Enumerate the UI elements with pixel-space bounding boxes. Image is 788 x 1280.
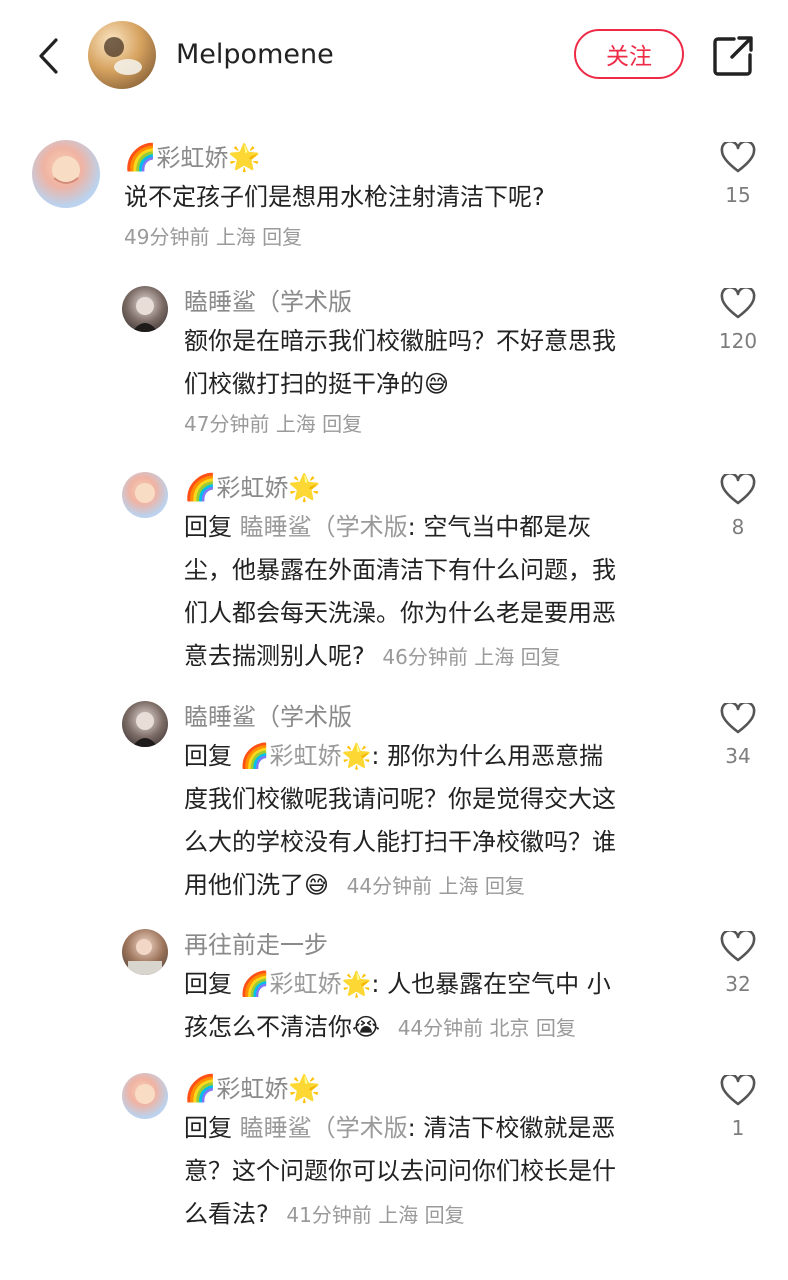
- heart-outline-icon[interactable]: [720, 288, 756, 320]
- mention[interactable]: 瞌睡鲨（学术版: [240, 1114, 408, 1142]
- comment-author[interactable]: 再往前走一步: [184, 927, 684, 963]
- heart-outline-icon[interactable]: [720, 142, 756, 174]
- mention[interactable]: 🌈彩虹娇🌟: [240, 742, 372, 770]
- comment-text-line[interactable]: 回复 瞌睡鲨（学术版: 空气当中都是灰: [184, 506, 684, 549]
- avatar[interactable]: [122, 701, 168, 747]
- comment-text-line[interactable]: 用他们洗了😅 44分钟前 上海 回复: [184, 864, 684, 908]
- comment-text-line[interactable]: 额你是在暗示我们校徽脏吗？不好意思我: [184, 320, 684, 363]
- sweat-smile-emoji: 😅: [304, 871, 330, 899]
- comment-text-line[interactable]: 么看法? 41分钟前 上海 回复: [184, 1193, 684, 1237]
- heart-outline-icon[interactable]: [720, 474, 756, 506]
- mention[interactable]: 🌈彩虹娇🌟: [240, 970, 372, 998]
- reply-link[interactable]: 回复: [485, 874, 525, 898]
- like-count: 34: [725, 744, 751, 768]
- comment-author[interactable]: 🌈 彩虹娇 🌟: [124, 140, 684, 176]
- heart-outline-icon[interactable]: [720, 931, 756, 963]
- reply-link[interactable]: 回复: [425, 1203, 465, 1227]
- comment-author[interactable]: 瞌睡鲨（学术版: [184, 284, 684, 320]
- crying-emoji: 😭: [352, 1013, 381, 1041]
- comment-text-line[interactable]: 度我们校徽呢我请问呢？你是觉得交大这: [184, 778, 684, 821]
- like-control[interactable]: 120: [716, 288, 760, 356]
- comment-text-line[interactable]: 孩怎么不清洁你😭 44分钟前 北京 回复: [184, 1006, 684, 1050]
- reply-item: 瞌睡鲨（学术版 额你是在暗示我们校徽脏吗？不好意思我 们校徽打扫的挺干净的😅 4…: [0, 284, 788, 454]
- avatar[interactable]: [32, 140, 100, 208]
- avatar[interactable]: [122, 286, 168, 332]
- comment-text-line[interactable]: 回复 🌈彩虹娇🌟: 人也暴露在空气中 小: [184, 963, 684, 1006]
- like-count: 8: [731, 515, 745, 539]
- avatar[interactable]: [122, 472, 168, 518]
- chevron-left-icon: [39, 38, 58, 74]
- comment-text-line[interactable]: 意？这个问题你可以去问问你们校长是什: [184, 1150, 684, 1193]
- reply-item: 瞌睡鲨（学术版 回复 🌈彩虹娇🌟: 那你为什么用恶意揣 度我们校徽呢我请问呢？你…: [0, 699, 788, 909]
- follow-button[interactable]: 关注: [574, 29, 684, 79]
- avatar[interactable]: [122, 1073, 168, 1119]
- comment-item: 🌈 彩虹娇 🌟 说不定孩子们是想用水枪注射清洁下呢? 49分钟前 上海 回复 1…: [0, 140, 788, 270]
- comment-author[interactable]: 瞌睡鲨（学术版: [184, 699, 684, 735]
- share-external-icon: [713, 36, 753, 76]
- like-control[interactable]: 1: [716, 1075, 760, 1143]
- like-control[interactable]: 8: [716, 474, 760, 542]
- back-button[interactable]: [28, 32, 68, 80]
- comment-meta: 47分钟前 上海 回复: [184, 412, 363, 436]
- comment-text-line[interactable]: 么大的学校没有人能打扫干净校徽吗？谁: [184, 821, 684, 864]
- like-count: 32: [725, 972, 751, 996]
- comment-text-line[interactable]: 回复 瞌睡鲨（学术版: 清洁下校徽就是恶: [184, 1107, 684, 1150]
- reply-item: 🌈 彩虹娇 🌟 回复 瞌睡鲨（学术版: 空气当中都是灰 尘，他暴露在外面清洁下有…: [0, 470, 788, 680]
- comment-author[interactable]: 🌈 彩虹娇 🌟: [184, 1071, 684, 1107]
- reply-link[interactable]: 回复: [521, 645, 561, 669]
- like-control[interactable]: 34: [716, 703, 760, 771]
- comment-text-line[interactable]: 们人都会每天洗澡。你为什么老是要用恶: [184, 592, 684, 635]
- share-button[interactable]: [710, 33, 756, 79]
- comment-text-line[interactable]: 意去揣测别人呢? 46分钟前 上海 回复: [184, 635, 684, 679]
- like-count: 120: [718, 329, 758, 353]
- comment-text-line[interactable]: 尘，他暴露在外面清洁下有什么问题，我: [184, 549, 684, 592]
- mention[interactable]: 瞌睡鲨（学术版: [240, 513, 408, 541]
- comment-meta: 44分钟前 北京 回复: [397, 1016, 576, 1040]
- profile-avatar[interactable]: [88, 21, 156, 89]
- heart-outline-icon[interactable]: [720, 1075, 756, 1107]
- comment-meta: 46分钟前 上海 回复: [382, 645, 561, 669]
- top-bar: Melpomene 关注: [0, 0, 788, 112]
- sweat-smile-emoji: 😅: [424, 370, 450, 398]
- reply-item: 再往前走一步 回复 🌈彩虹娇🌟: 人也暴露在空气中 小 孩怎么不清洁你😭 44分…: [0, 927, 788, 1057]
- reply-link[interactable]: 回复: [536, 1016, 576, 1040]
- avatar[interactable]: [122, 929, 168, 975]
- comment-meta: 44分钟前 上海 回复: [346, 874, 525, 898]
- comment-meta: 41分钟前 上海 回复: [286, 1203, 465, 1227]
- reply-item: 🌈 彩虹娇 🌟 回复 瞌睡鲨（学术版: 清洁下校徽就是恶 意？这个问题你可以去问…: [0, 1071, 788, 1251]
- like-count: 1: [731, 1116, 745, 1140]
- comment-text-line[interactable]: 回复 🌈彩虹娇🌟: 那你为什么用恶意揣: [184, 735, 684, 778]
- heart-outline-icon[interactable]: [720, 703, 756, 735]
- comment-meta: 49分钟前 上海 回复: [124, 225, 303, 249]
- comment-author[interactable]: 🌈 彩虹娇 🌟: [184, 470, 684, 506]
- reply-link[interactable]: 回复: [322, 412, 362, 436]
- comment-text-line[interactable]: 们校徽打扫的挺干净的😅: [184, 363, 684, 406]
- reply-link[interactable]: 回复: [262, 225, 302, 249]
- like-control[interactable]: 32: [716, 931, 760, 999]
- comment-text[interactable]: 说不定孩子们是想用水枪注射清洁下呢?: [124, 176, 684, 219]
- like-control[interactable]: 15: [716, 142, 760, 210]
- like-count: 15: [725, 183, 751, 207]
- profile-username[interactable]: Melpomene: [176, 37, 334, 73]
